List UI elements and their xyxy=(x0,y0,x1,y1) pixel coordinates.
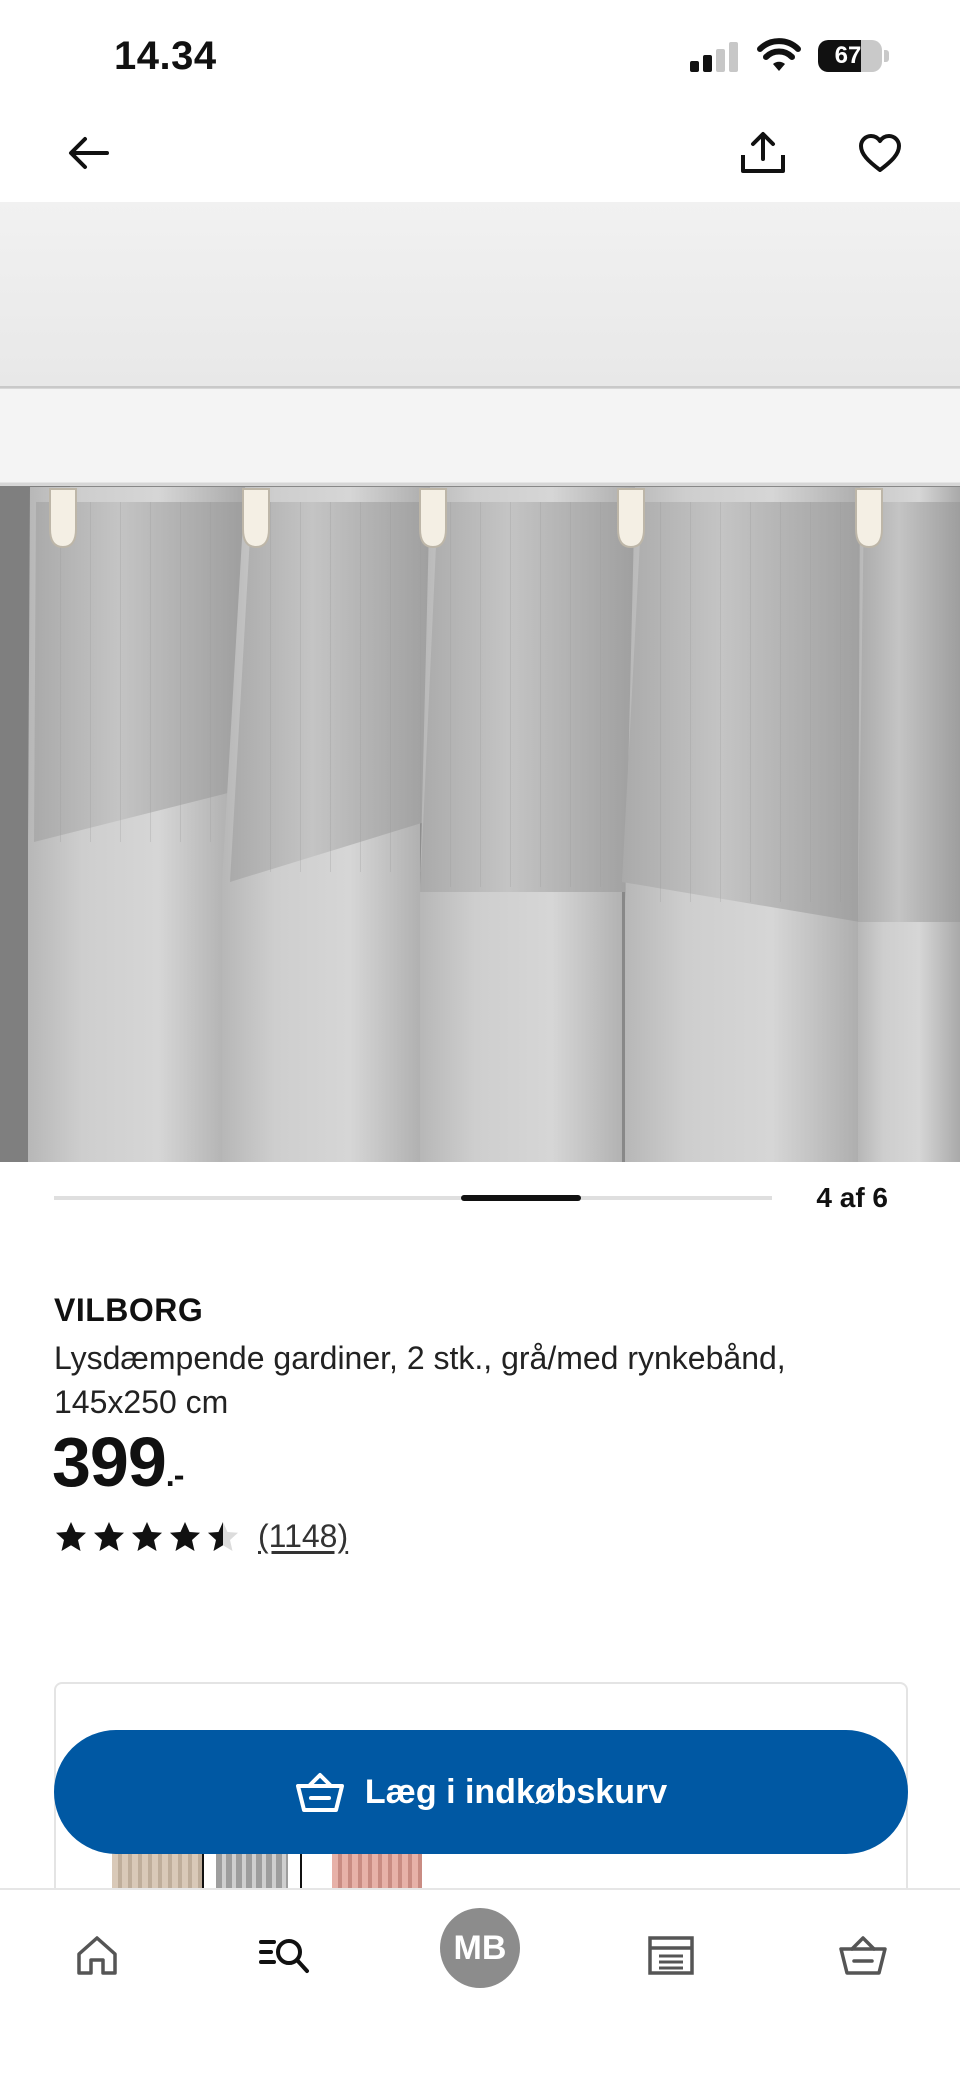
product-image[interactable] xyxy=(0,202,960,1162)
curtain-photo xyxy=(0,202,960,1162)
carousel-progress xyxy=(54,1195,772,1201)
search-list-icon xyxy=(259,1939,309,1973)
star-icon xyxy=(56,1521,86,1551)
tab-search[interactable] xyxy=(240,1910,330,2000)
battery-cap xyxy=(884,50,889,62)
wifi-icon xyxy=(757,38,801,71)
product-name: VILBORG xyxy=(54,1292,204,1328)
product-description: Lysdæmpende gardiner, 2 stk., grå/med ry… xyxy=(54,1340,786,1420)
arrow-left-icon xyxy=(69,137,109,169)
product-rating[interactable]: (1148) xyxy=(54,1518,348,1555)
favorite-button[interactable] xyxy=(845,118,915,188)
review-count-link[interactable]: (1148) xyxy=(258,1518,348,1555)
home-icon xyxy=(77,1936,117,1975)
product-price: 399.- xyxy=(52,1422,185,1502)
image-counter: 4 af 6 xyxy=(816,1182,888,1213)
star-icon xyxy=(170,1521,200,1551)
cellular-signal-icon xyxy=(690,42,742,72)
tab-stores[interactable] xyxy=(626,1910,716,2000)
share-button[interactable] xyxy=(728,118,798,188)
bottom-tab-bar: MB xyxy=(0,1888,960,2077)
store-icon xyxy=(648,1936,694,1975)
back-button[interactable] xyxy=(54,118,124,188)
rating-stars xyxy=(54,1520,240,1554)
status-bar: 14.34 67 xyxy=(0,0,960,110)
heart-icon xyxy=(859,134,901,172)
tab-basket[interactable] xyxy=(818,1910,908,2000)
status-time: 14.34 xyxy=(114,34,217,78)
price-suffix: .- xyxy=(165,1457,185,1493)
carousel-progress-thumb xyxy=(460,1195,581,1201)
star-icon xyxy=(132,1521,162,1551)
add-to-cart-label: Læg i indkøbskurv xyxy=(364,1772,668,1811)
share-icon xyxy=(741,132,785,173)
price-value: 399 xyxy=(52,1423,167,1501)
battery-icon: 67 xyxy=(818,40,882,72)
add-to-cart-button[interactable]: Læg i indkøbskurv xyxy=(54,1730,908,1854)
star-icon xyxy=(208,1521,238,1551)
basket-icon xyxy=(295,1773,344,1812)
battery-level: 67 xyxy=(834,42,862,69)
profile-avatar[interactable]: MB xyxy=(440,1908,520,1988)
star-icon xyxy=(94,1521,124,1551)
tab-home[interactable] xyxy=(52,1910,142,2000)
basket-icon xyxy=(839,1936,887,1975)
